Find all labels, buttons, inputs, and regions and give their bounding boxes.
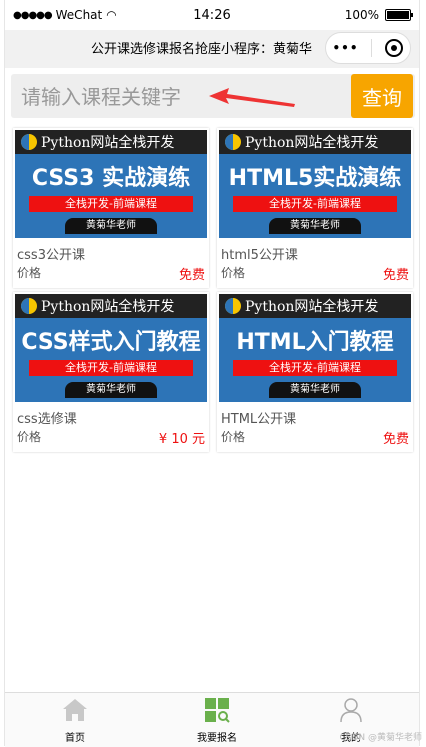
- course-price: 免费: [382, 268, 409, 283]
- banner-bar: 全栈开发-前端课程: [29, 360, 193, 376]
- course-card[interactable]: Python网站全栈开发 CSS样式入门教程 全栈开发-前端课程 黄菊华老师 c…: [13, 292, 209, 452]
- page-title: 公开课选修课报名抢座小程序：黄菊华: [91, 42, 313, 57]
- banner-teacher: 黄菊华老师: [269, 382, 361, 398]
- tab-home[interactable]: 首页: [35, 697, 115, 744]
- capsule-divider: [371, 39, 373, 57]
- price-label: 价格: [221, 430, 246, 444]
- course-name: HTML公开课: [221, 412, 297, 427]
- more-menu-button[interactable]: •••: [332, 41, 358, 55]
- course-price: ¥ 10 元: [158, 432, 205, 447]
- banner-bar: 全栈开发-前端课程: [233, 360, 397, 376]
- course-banner[interactable]: Python网站全栈开发 CSS样式入门教程 全栈开发-前端课程 黄菊华老师: [15, 294, 207, 402]
- search-input[interactable]: [19, 80, 345, 114]
- tab-signup-label: 我要报名: [197, 733, 237, 744]
- course-card[interactable]: Python网站全栈开发 HTML入门教程 全栈开发-前端课程 黄菊华老师 HT…: [217, 292, 413, 452]
- banner-top: Python网站全栈开发: [41, 135, 175, 151]
- banner-teacher: 黄菊华老师: [65, 382, 157, 398]
- banner-top: Python网站全栈开发: [41, 299, 175, 315]
- banner-title: CSS3 实战演练: [31, 166, 191, 191]
- course-name: css选修课: [17, 412, 77, 427]
- python-logo-icon: [21, 298, 37, 314]
- python-logo-icon: [21, 134, 37, 150]
- app-frame: ●●●●● WeChat ◠ 14:26 100% 公开课选修课报名抢座小程序：…: [4, 0, 420, 747]
- battery-percent: 100%: [344, 8, 379, 22]
- arrow-annotation-icon: [209, 88, 295, 107]
- banner-top: Python网站全栈开发: [245, 135, 379, 151]
- banner-teacher: 黄菊华老师: [269, 218, 361, 234]
- tab-home-label: 首页: [65, 733, 85, 744]
- banner-title: HTML5实战演练: [228, 166, 402, 191]
- banner-title: HTML入门教程: [236, 330, 394, 355]
- banner-bar: 全栈开发-前端课程: [29, 196, 193, 212]
- banner-teacher: 黄菊华老师: [65, 218, 157, 234]
- status-bar: ●●●●● WeChat ◠ 14:26 100%: [5, 0, 419, 30]
- close-miniprogram-button[interactable]: [385, 39, 404, 57]
- banner-top: Python网站全栈开发: [245, 299, 379, 315]
- banner-title: CSS样式入门教程: [21, 330, 201, 355]
- banner-bar: 全栈开发-前端课程: [233, 196, 397, 212]
- watermark: CSDN @黄菊华老师: [339, 733, 422, 743]
- course-banner[interactable]: Python网站全栈开发 CSS3 实战演练 全栈开发-前端课程 黄菊华老师: [15, 130, 207, 238]
- python-logo-icon: [225, 298, 241, 314]
- capsule-menu: •••: [325, 32, 411, 64]
- tab-signup[interactable]: 我要报名: [177, 697, 257, 744]
- course-banner[interactable]: Python网站全栈开发 HTML入门教程 全栈开发-前端课程 黄菊华老师: [219, 294, 411, 402]
- user-icon: [340, 698, 362, 723]
- course-name: html5公开课: [221, 248, 298, 263]
- course-card[interactable]: Python网站全栈开发 HTML5实战演练 全栈开发-前端课程 黄菊华老师 h…: [217, 128, 413, 288]
- price-label: 价格: [221, 266, 246, 280]
- price-label: 价格: [17, 266, 42, 280]
- course-price: 免费: [382, 432, 409, 447]
- python-logo-icon: [225, 134, 241, 150]
- home-icon: [63, 699, 87, 721]
- search-button[interactable]: 查询: [351, 74, 413, 118]
- battery-icon: [385, 9, 413, 21]
- course-card[interactable]: Python网站全栈开发 CSS3 实战演练 全栈开发-前端课程 黄菊华老师 c…: [13, 128, 209, 288]
- course-price: 免费: [178, 268, 205, 283]
- course-banner[interactable]: Python网站全栈开发 HTML5实战演练 全栈开发-前端课程 黄菊华老师: [219, 130, 411, 238]
- grid-search-icon: [205, 698, 230, 723]
- nav-bar: 公开课选修课报名抢座小程序：黄菊华 •••: [5, 30, 419, 68]
- course-name: css3公开课: [17, 248, 85, 263]
- price-label: 价格: [17, 430, 42, 444]
